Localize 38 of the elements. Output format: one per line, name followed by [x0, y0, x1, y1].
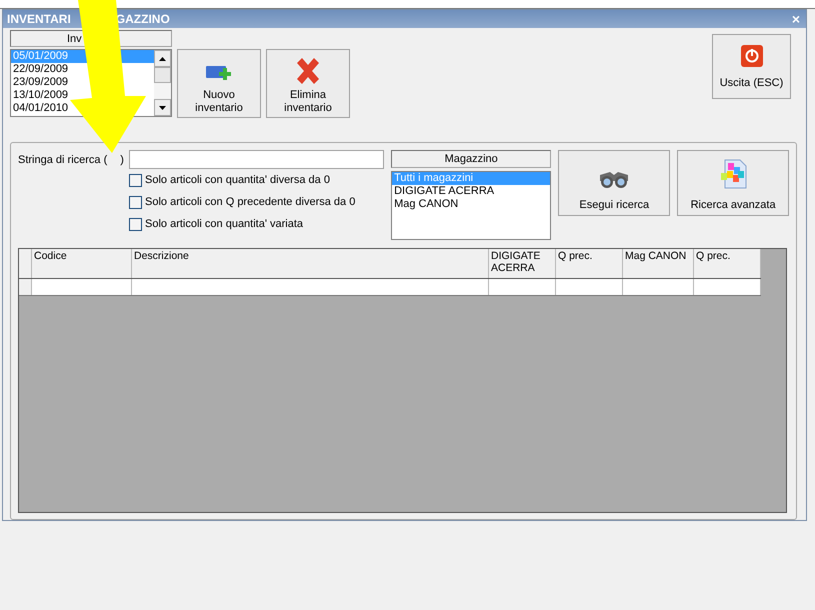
- list-item[interactable]: 04/01/2010: [11, 102, 154, 115]
- column-header[interactable]: Mag CANON: [623, 249, 694, 278]
- power-icon: [740, 44, 762, 66]
- list-item[interactable]: DIGIGATE ACERRA: [392, 185, 550, 198]
- scroll-thumb[interactable]: [154, 67, 171, 83]
- up-arrow-icon: [159, 56, 166, 60]
- header-label: Magazzino: [444, 153, 498, 165]
- column-header[interactable]: Codice: [32, 249, 132, 278]
- new-inventory-button[interactable]: Nuovo inventario: [177, 49, 261, 118]
- scroll-up-button[interactable]: [154, 50, 171, 67]
- scrollbar[interactable]: [154, 50, 171, 116]
- binoculars-icon: [598, 169, 630, 189]
- scroll-down-button[interactable]: [154, 99, 171, 116]
- search-label: ): [120, 154, 124, 166]
- header-label: Inv: [67, 32, 82, 44]
- column-header[interactable]: Descrizione: [132, 249, 489, 278]
- search-field[interactable]: [129, 150, 384, 169]
- list-item[interactable]: 22/09/2009: [11, 63, 154, 76]
- row-indicator[interactable]: [19, 279, 32, 295]
- column-header[interactable]: DIGIGATE ACERRA: [489, 249, 556, 278]
- exit-button[interactable]: Uscita (ESC): [712, 34, 791, 99]
- list-item[interactable]: 23/09/2009: [11, 76, 154, 89]
- window-title: INVENTARI: [7, 12, 71, 26]
- search-label: Stringa di ricerca (: [18, 154, 108, 166]
- column-header[interactable]: Q prec.: [556, 249, 623, 278]
- column-header[interactable]: Q prec.: [694, 249, 761, 278]
- delete-inventory-button[interactable]: Elimina inventario: [266, 49, 350, 118]
- filter-checkbox[interactable]: Solo articoli con quantita' diversa da 0: [129, 169, 386, 191]
- document-icon: [719, 159, 748, 189]
- list-item[interactable]: Mag CANON: [392, 198, 550, 211]
- search-button[interactable]: Esegui ricerca: [558, 150, 670, 216]
- advanced-search-button[interactable]: Ricerca avanzata: [677, 150, 789, 216]
- filter-checkbox[interactable]: Solo articoli con Q precedente diversa da 0: [129, 191, 386, 213]
- list-item[interactable]: 13/10/2009: [11, 89, 154, 102]
- window-title: GAZZINO: [116, 12, 170, 26]
- filter-checkbox[interactable]: Solo articoli con quantita' variata: [129, 213, 386, 235]
- grid-row[interactable]: [19, 279, 761, 296]
- down-arrow-icon: [159, 106, 166, 110]
